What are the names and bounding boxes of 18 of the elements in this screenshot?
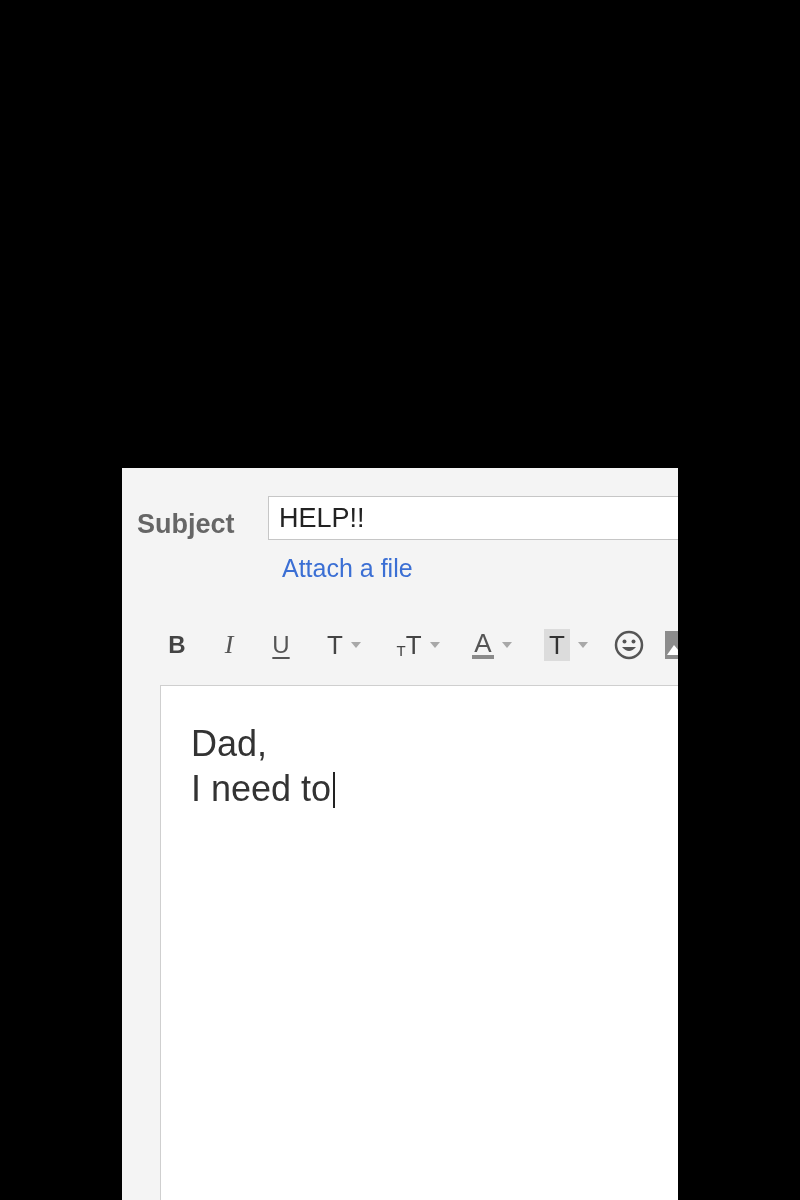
italic-button[interactable]: I bbox=[213, 627, 245, 663]
caret-icon bbox=[429, 642, 440, 648]
attach-file-link[interactable]: Attach a file bbox=[282, 553, 413, 582]
message-line: Dad, bbox=[191, 722, 268, 766]
text-color-button[interactable]: A bbox=[465, 627, 519, 663]
bold-button[interactable]: B bbox=[161, 627, 193, 663]
subject-field[interactable]: HELP!! bbox=[268, 496, 678, 541]
message-line: I need to bbox=[191, 767, 332, 811]
highlight-color-button[interactable]: T bbox=[539, 627, 593, 663]
underline-button[interactable]: U bbox=[265, 627, 297, 663]
message-body-field[interactable]: Dad, I need to bbox=[160, 685, 678, 1200]
caret-icon bbox=[350, 642, 361, 648]
caret-icon bbox=[501, 642, 512, 648]
text-size-button[interactable]: TT bbox=[391, 627, 445, 663]
subject-label: Subject bbox=[137, 508, 236, 541]
smiley-icon bbox=[614, 630, 644, 660]
caret-icon bbox=[577, 642, 588, 648]
font-button[interactable]: T bbox=[317, 627, 371, 663]
